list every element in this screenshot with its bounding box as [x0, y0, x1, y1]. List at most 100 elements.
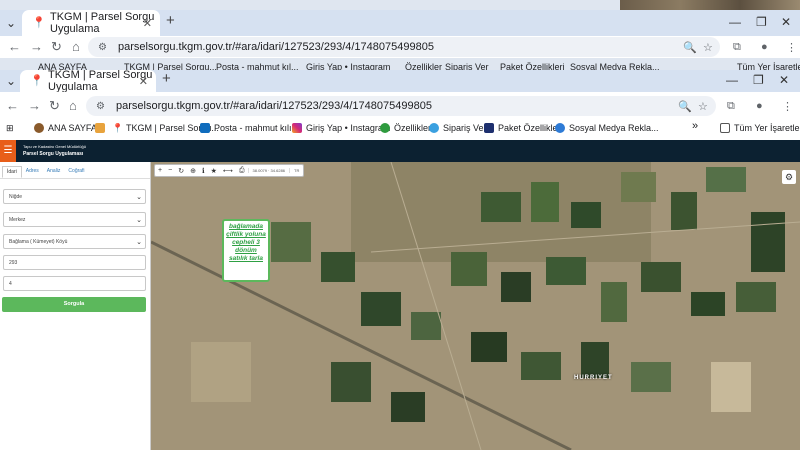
bookmark-ana-sayfa[interactable]: ANA SAYFA [34, 123, 97, 133]
cloud-icon [429, 123, 439, 133]
info-icon[interactable]: ℹ [199, 167, 208, 175]
folder-icon [720, 123, 730, 133]
minimize-icon[interactable]: — [726, 73, 738, 87]
home-icon[interactable]: ⌂ [69, 98, 77, 113]
settings-gear-icon[interactable]: ⚙ [782, 170, 796, 184]
instagram-icon [292, 123, 302, 133]
location-pin-icon: 📍 [30, 75, 44, 87]
back-bookmark[interactable]: Tüm Yer İşaretleri [737, 62, 800, 70]
back-bookmark[interactable]: Sosyal Medya Rekla... [570, 62, 660, 70]
back-arrow-icon[interactable]: ← [8, 39, 21, 54]
back-bookmark[interactable]: Posta - mahmut kıl... [216, 62, 299, 70]
query-button[interactable]: Sorgula [2, 297, 146, 312]
block-input[interactable]: 293 [3, 255, 146, 270]
refresh-icon[interactable]: ↻ [175, 167, 187, 175]
active-tab[interactable]: 📍 TKGM | Parsel Sorgu Uygulama ✕ [20, 70, 156, 93]
profile-avatar[interactable]: ● [761, 41, 768, 53]
home-icon[interactable]: ⌂ [72, 39, 80, 54]
tab-analiz[interactable]: Analiz [43, 166, 65, 178]
hamburger-menu-icon[interactable]: ☰ [0, 140, 16, 162]
bookmark-label: Giriş Yap • Instagram [306, 123, 391, 133]
bookmarks-bar: ⊞ ANA SAYFA 📍 TKGM | Parsel Sorgu... Post… [0, 120, 800, 140]
back-bookmark[interactable]: ANA SAYFA [38, 62, 87, 70]
tab-idari[interactable]: İdari [2, 166, 22, 178]
bookmark-label: Sosyal Medya Rekla... [569, 123, 659, 133]
parcel-input[interactable]: 4 [3, 276, 146, 291]
block-value: 293 [9, 260, 18, 266]
chevron-down-icon: ⌄ [136, 217, 142, 224]
forward-arrow-icon[interactable]: → [28, 98, 41, 113]
bookmark-ozellikler[interactable]: Özellikler [380, 123, 431, 133]
back-bookmark[interactable]: Paket Özellikleri [500, 62, 565, 70]
bookmark-instagram[interactable]: Giriş Yap • Instagram [292, 123, 390, 133]
neighborhood-select[interactable]: Bağlama ( Kümeyet) Köyü ⌄ [3, 234, 146, 249]
background-browser-window: ⌄ 📍 TKGM | Parsel Sorgu Uygulama ✕ + — ❐… [0, 0, 800, 70]
bookmark-all[interactable]: Tüm Yer İşaretleri [720, 123, 800, 133]
bookmark-tkgm[interactable] [95, 123, 109, 133]
back-bookmark[interactable]: Giriş Yap • Instagram [306, 62, 390, 70]
bookmark-sosyal[interactable]: Sosyal Medya Rekla... [555, 123, 659, 133]
star-icon[interactable]: ☆ [698, 100, 708, 113]
ana-sayfa-icon [34, 123, 44, 133]
close-window-icon[interactable]: ✕ [779, 73, 789, 87]
zoom-icon[interactable]: 🔍 [683, 41, 697, 54]
site-info-icon[interactable]: ⚙ [96, 101, 108, 112]
favorite-icon[interactable]: ★ [208, 167, 220, 175]
province-select[interactable]: Niğde ⌄ [3, 189, 146, 204]
back-arrow-icon[interactable]: ← [6, 98, 19, 113]
tab-search-icon[interactable]: ⌄ [6, 74, 16, 88]
tab-strip: ⌄ 📍 TKGM | Parsel Sorgu Uygulama ✕ + — ❐… [0, 70, 800, 93]
star-icon[interactable]: ☆ [703, 41, 713, 54]
back-address-bar[interactable]: ⚙ parselsorgu.tkgm.gov.tr/#ara/idari/127… [88, 37, 720, 57]
app-header: ☰ Tapu ve Kadastro Genel Müdürlüğü Parse… [0, 140, 800, 162]
profile-avatar[interactable]: ● [756, 100, 763, 112]
bookmark-siparis[interactable]: Sipariş Ver [429, 123, 487, 133]
maximize-icon[interactable]: ❐ [753, 73, 764, 87]
menu-icon[interactable]: ⋮ [786, 41, 797, 54]
back-bookmark[interactable]: TKGM | Parsel Sorgu... [124, 62, 217, 70]
new-tab-button[interactable]: + [162, 70, 171, 87]
bookmark-paket[interactable]: Paket Özellikleri [484, 123, 563, 133]
app-name: Parsel Sorgu Uygulaması [23, 151, 84, 157]
tab-cografi[interactable]: Coğrafi [64, 166, 88, 178]
zoom-in-icon[interactable]: + [155, 167, 165, 174]
reload-icon[interactable]: ↻ [51, 39, 62, 55]
extensions-icon[interactable]: ⧉ [727, 100, 735, 113]
minimize-icon[interactable]: — [729, 15, 741, 29]
forward-arrow-icon[interactable]: → [30, 39, 43, 54]
location-pin-icon: 📍 [32, 17, 46, 29]
back-tab[interactable]: 📍 TKGM | Parsel Sorgu Uygulama ✕ [22, 10, 160, 36]
zoom-icon[interactable]: 🔍 [678, 100, 692, 113]
tab-adres[interactable]: Adres [22, 166, 43, 178]
reload-icon[interactable]: ↻ [49, 98, 60, 114]
toolbar: ← → ↻ ⌂ ⚙ parselsorgu.tkgm.gov.tr/#ara/i… [0, 92, 800, 120]
tab-search-icon[interactable]: ⌄ [6, 16, 16, 30]
address-bar[interactable]: ⚙ parselsorgu.tkgm.gov.tr/#ara/idari/127… [86, 96, 716, 116]
back-bookmark[interactable]: Sipariş Ver [445, 62, 489, 70]
tab-divider [0, 178, 150, 179]
zoom-out-icon[interactable]: − [165, 167, 175, 174]
back-bookmarks-bar: ANA SAYFA TKGM | Parsel Sorgu... Posta -… [0, 62, 800, 70]
close-window-icon[interactable]: ✕ [781, 15, 791, 29]
close-icon[interactable]: ✕ [143, 17, 152, 30]
back-tab-strip: ⌄ 📍 TKGM | Parsel Sorgu Uygulama ✕ + — ❐… [0, 10, 800, 36]
menu-icon[interactable]: ⋮ [782, 100, 793, 113]
listing-callout: bağlamada çiftlik yoluna cepheli 3 dönüm… [222, 219, 270, 282]
close-icon[interactable]: ✕ [139, 75, 148, 88]
apps-grid-icon[interactable]: ⊞ [6, 123, 14, 134]
district-select[interactable]: Merkez ⌄ [3, 212, 146, 227]
back-bookmark[interactable]: Özellikler [405, 62, 442, 70]
locate-icon[interactable]: ⊕ [187, 167, 199, 175]
more-bookmarks-button[interactable]: » [692, 120, 698, 132]
bookmark-label: ANA SAYFA [48, 123, 97, 133]
extensions-icon[interactable]: ⧉ [733, 41, 741, 54]
parcel-value: 4 [9, 281, 12, 287]
measure-icon[interactable]: ⟷ [220, 167, 236, 175]
maximize-icon[interactable]: ❐ [756, 15, 767, 29]
paket-icon [484, 123, 494, 133]
site-info-icon[interactable]: ⚙ [98, 42, 110, 53]
satellite-map[interactable]: + − ↻ ⊕ ℹ ★ ⟷ ⎙ 38.0079 · 34.6286 TR ⚙ b… [151, 162, 800, 450]
bookmark-posta[interactable]: Posta - mahmut kılı... [200, 123, 299, 133]
new-tab-button[interactable]: + [166, 12, 175, 29]
print-icon[interactable]: ⎙ [236, 167, 248, 175]
